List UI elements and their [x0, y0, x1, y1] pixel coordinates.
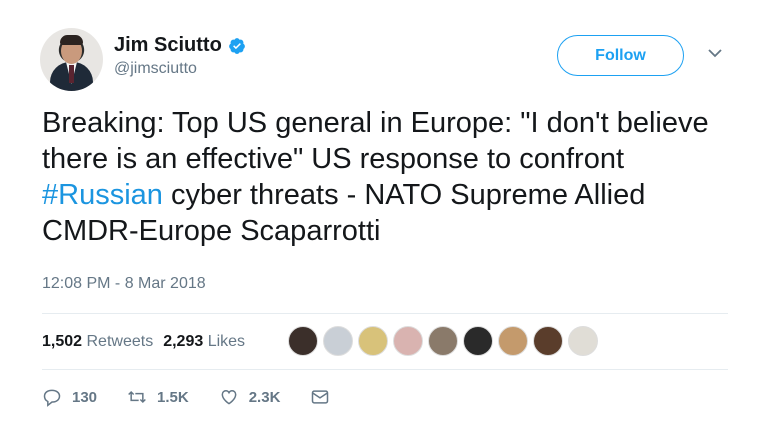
- user-handle[interactable]: @jimsciutto: [114, 60, 246, 78]
- verified-badge-icon: [228, 37, 245, 54]
- engagement-stats: 1,502 Retweets 2,293 Likes: [42, 333, 245, 351]
- liker-avatar[interactable]: [358, 326, 388, 356]
- avatar[interactable]: [40, 28, 103, 91]
- tweet-text-before: Breaking: Top US general in Europe: "I d…: [42, 107, 709, 175]
- liker-avatar[interactable]: [323, 326, 353, 356]
- envelope-icon: [312, 390, 329, 404]
- divider: [42, 313, 728, 314]
- likes-stat[interactable]: 2,293 Likes: [163, 333, 245, 351]
- likes-label: Likes: [207, 333, 246, 350]
- avatar-tie: [69, 65, 74, 83]
- retweets-count: 1,502: [42, 333, 83, 350]
- tweet-header: Jim Sciutto @jimsciutto Follow: [40, 28, 740, 92]
- liker-avatar[interactable]: [428, 326, 458, 356]
- liker-avatar[interactable]: [288, 326, 318, 356]
- like-count: 2.3K: [248, 388, 281, 406]
- likes-count: 2,293: [163, 333, 204, 350]
- retweets-stat[interactable]: 1,502 Retweets: [42, 333, 153, 351]
- tweet-timestamp[interactable]: 12:08 PM - 8 Mar 2018: [42, 275, 206, 293]
- liker-avatar[interactable]: [533, 326, 563, 356]
- tweet-actions: 130 1.5K 2.3K: [42, 387, 360, 407]
- reply-count: 130: [72, 388, 98, 406]
- divider: [42, 369, 728, 370]
- display-name-row[interactable]: Jim Sciutto: [114, 34, 246, 57]
- liker-avatar[interactable]: [498, 326, 528, 356]
- retweet-action[interactable]: 1.5K: [127, 387, 189, 407]
- liker-avatar[interactable]: [568, 326, 598, 356]
- user-names: Jim Sciutto @jimsciutto: [114, 34, 246, 78]
- reply-action[interactable]: 130: [42, 387, 97, 407]
- reply-icon: [43, 389, 61, 407]
- dm-action[interactable]: [310, 387, 330, 407]
- tweet-text: Breaking: Top US general in Europe: "I d…: [42, 105, 742, 249]
- chevron-down-icon[interactable]: [708, 48, 722, 58]
- liker-avatars: [288, 326, 598, 356]
- retweet-icon: [128, 390, 146, 404]
- display-name[interactable]: Jim Sciutto: [114, 34, 222, 57]
- follow-button[interactable]: Follow: [557, 35, 684, 76]
- like-action[interactable]: 2.3K: [219, 387, 281, 407]
- liker-avatar[interactable]: [463, 326, 493, 356]
- retweet-count: 1.5K: [157, 388, 189, 406]
- avatar-hair: [60, 35, 83, 45]
- hashtag-link[interactable]: #Russian: [42, 179, 163, 211]
- liker-avatar[interactable]: [393, 326, 423, 356]
- retweets-label: Retweets: [86, 333, 154, 350]
- heart-icon: [221, 389, 237, 405]
